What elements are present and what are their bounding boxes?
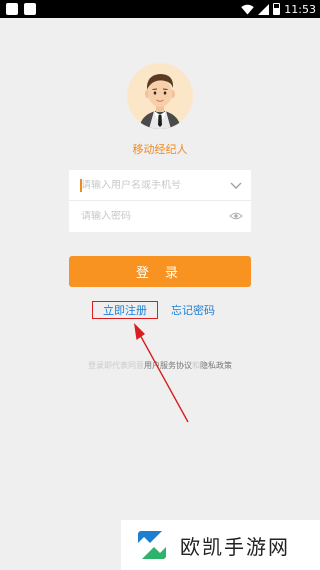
account-input[interactable] [81, 179, 221, 191]
agent-avatar [127, 63, 193, 129]
agreement-and: 和 [192, 361, 200, 370]
watermark: 欧凯手游网 [121, 520, 320, 570]
watermark-text: 欧凯手游网 [180, 534, 290, 559]
account-row [69, 170, 251, 201]
notification-icon [6, 3, 18, 15]
app-name: 移动经纪人 [132, 143, 188, 156]
forgot-password-link[interactable]: 忘记密码 [171, 301, 215, 319]
wifi-icon [241, 4, 254, 14]
register-link[interactable]: 立即注册 [92, 301, 158, 319]
agreement-prefix: 登录即代表同意 [88, 361, 144, 370]
login-button[interactable]: 登 录 [69, 256, 251, 287]
privacy-policy-link[interactable]: 隐私政策 [200, 361, 232, 370]
battery-icon [273, 3, 281, 15]
user-agreement-link[interactable]: 用户服务协议 [144, 361, 192, 370]
text-cursor [80, 179, 82, 192]
status-right: 11:53 [241, 0, 316, 18]
agreement-text: 登录即代表同意用户服务协议和隐私政策 [0, 360, 320, 371]
signal-icon [258, 3, 270, 15]
password-row [69, 201, 251, 232]
login-form [69, 170, 251, 232]
notification-icon [24, 3, 36, 15]
eye-icon[interactable] [229, 209, 243, 223]
password-input[interactable] [81, 211, 221, 222]
status-time: 11:53 [284, 2, 316, 16]
status-bar: 11:53 [0, 0, 320, 18]
okhand-logo [138, 531, 166, 559]
chevron-down-icon[interactable] [229, 178, 243, 192]
